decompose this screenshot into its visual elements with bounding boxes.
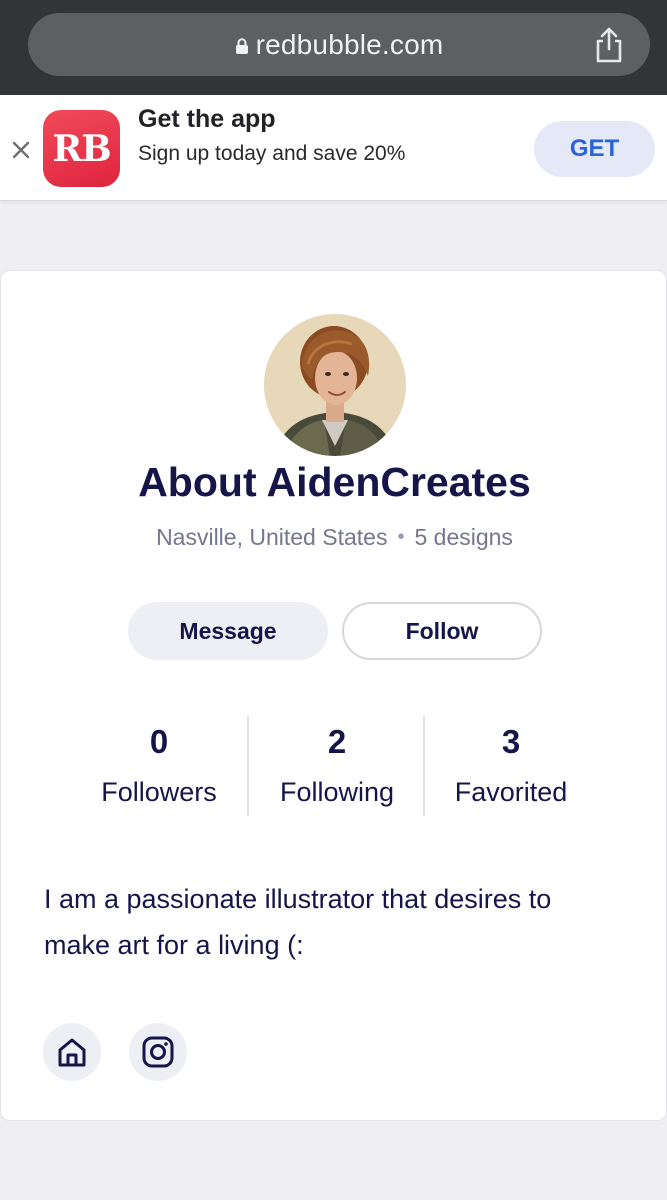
app-banner: RB Get the app Sign up today and save 20…: [0, 95, 667, 201]
share-icon[interactable]: [592, 26, 626, 64]
stat-value: 3: [501, 723, 521, 760]
meta-separator: •: [397, 526, 405, 548]
profile-bio: I am a passionate illustrator that desir…: [44, 884, 552, 960]
stat-label: Favorited: [454, 777, 568, 807]
banner-subtitle: Sign up today and save 20%: [138, 142, 406, 165]
profile-design-count[interactable]: 5 designs: [414, 524, 512, 550]
stat-followers[interactable]: 0 Followers: [71, 716, 247, 816]
get-app-button[interactable]: GET: [534, 121, 655, 177]
home-icon: [58, 1038, 86, 1067]
stat-value: 2: [327, 723, 347, 760]
close-icon[interactable]: [10, 139, 32, 161]
instagram-icon: [142, 1036, 174, 1068]
address-bar[interactable]: redbubble.com: [28, 13, 650, 76]
profile-meta: Nasville, United States • 5 designs: [1, 524, 667, 551]
stat-favorited[interactable]: 3 Favorited: [423, 716, 599, 816]
redbubble-app-logo: RB: [43, 110, 120, 187]
profile-stats: 0 Followers 2 Following 3 Favorited: [71, 716, 598, 816]
profile-location: Nasville, United States: [156, 524, 388, 550]
browser-toolbar: redbubble.com: [0, 0, 667, 95]
lock-icon: [235, 37, 248, 54]
stat-following[interactable]: 2 Following: [249, 716, 425, 816]
url-text: redbubble.com: [255, 28, 444, 60]
follow-button[interactable]: Follow: [342, 602, 542, 660]
page-title: About AidenCreates: [138, 459, 531, 505]
profile-avatar: [264, 314, 406, 456]
profile-card: About AidenCreates Nasville, United Stat…: [0, 270, 667, 1121]
stat-label: Followers: [101, 777, 217, 807]
stat-label: Following: [279, 777, 395, 807]
banner-title: Get the app: [138, 105, 276, 133]
stat-value: 0: [149, 723, 169, 760]
instagram-link-button[interactable]: [129, 1023, 187, 1081]
message-button[interactable]: Message: [128, 602, 328, 660]
app-logo-text: RB: [52, 127, 111, 170]
home-link-button[interactable]: [43, 1023, 101, 1081]
